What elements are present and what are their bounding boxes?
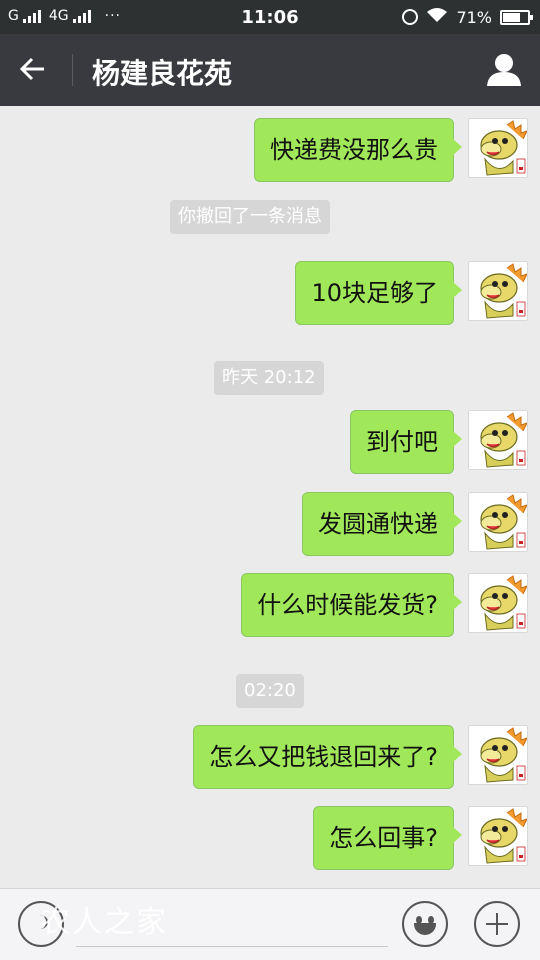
avatar[interactable] [468,806,528,866]
dragon-avatar-icon [480,263,527,319]
alarm-icon [402,9,419,25]
avatar[interactable] [468,410,528,470]
watermark-text: 农人之家 [40,905,168,940]
message-row: 怎么又把钱退回来了? [193,725,528,789]
sent-message-bubble[interactable]: 什么时候能发货? [241,573,462,637]
header-divider [72,54,73,86]
input-bar: 农人之家 [0,888,540,960]
sent-message-bubble[interactable]: 到付吧 [350,410,462,474]
sent-message-bubble[interactable]: 怎么又把钱退回来了? [193,725,462,789]
timestamp-label: 昨天 20:12 [214,361,324,395]
message-row: 快递费没那么贵 [254,118,528,182]
avatar[interactable] [468,118,528,178]
dragon-avatar-icon [480,494,527,550]
sent-message-bubble[interactable]: 怎么回事? [313,806,462,870]
dragon-avatar-icon [480,575,527,631]
message-row: 10块足够了 [295,261,528,325]
message-row: 到付吧 [350,410,528,474]
chat-title: 杨建良花苑 [92,57,233,90]
dragon-avatar-icon [480,808,527,864]
avatar[interactable] [468,725,528,785]
dragon-avatar-icon [480,120,527,176]
system-notice: 你撤回了一条消息 [170,200,330,234]
sent-message-bubble[interactable]: 快递费没那么贵 [254,118,462,182]
dragon-avatar-icon [480,727,527,783]
message-row: 什么时候能发货? [241,573,528,637]
sent-message-bubble[interactable]: 10块足够了 [295,261,462,325]
status-bar: G 4G ··· 11:06 71% [0,0,540,34]
battery-percent: 71% [456,7,492,27]
avatar[interactable] [468,261,528,321]
message-row: 发圆通快递 [302,492,528,556]
battery-icon [500,9,533,25]
wifi-icon [426,7,448,27]
avatar[interactable] [468,492,528,552]
message-row: 怎么回事? [313,806,528,870]
back-arrow-icon[interactable] [18,54,54,86]
dragon-avatar-icon [480,412,527,468]
message-list[interactable]: 快递费没那么贵你撤回了一条消息 10块足够了昨天 20:12 到付吧发圆通快递什么时… [0,106,540,888]
timestamp-label: 02:20 [236,674,304,708]
plus-icon[interactable] [474,901,520,947]
profile-icon[interactable] [484,52,524,88]
sent-message-bubble[interactable]: 发圆通快递 [302,492,462,556]
avatar[interactable] [468,573,528,633]
chat-header: 杨建良花苑 [0,34,540,106]
status-icons: 71% [402,7,533,27]
emoji-icon[interactable] [402,901,448,947]
